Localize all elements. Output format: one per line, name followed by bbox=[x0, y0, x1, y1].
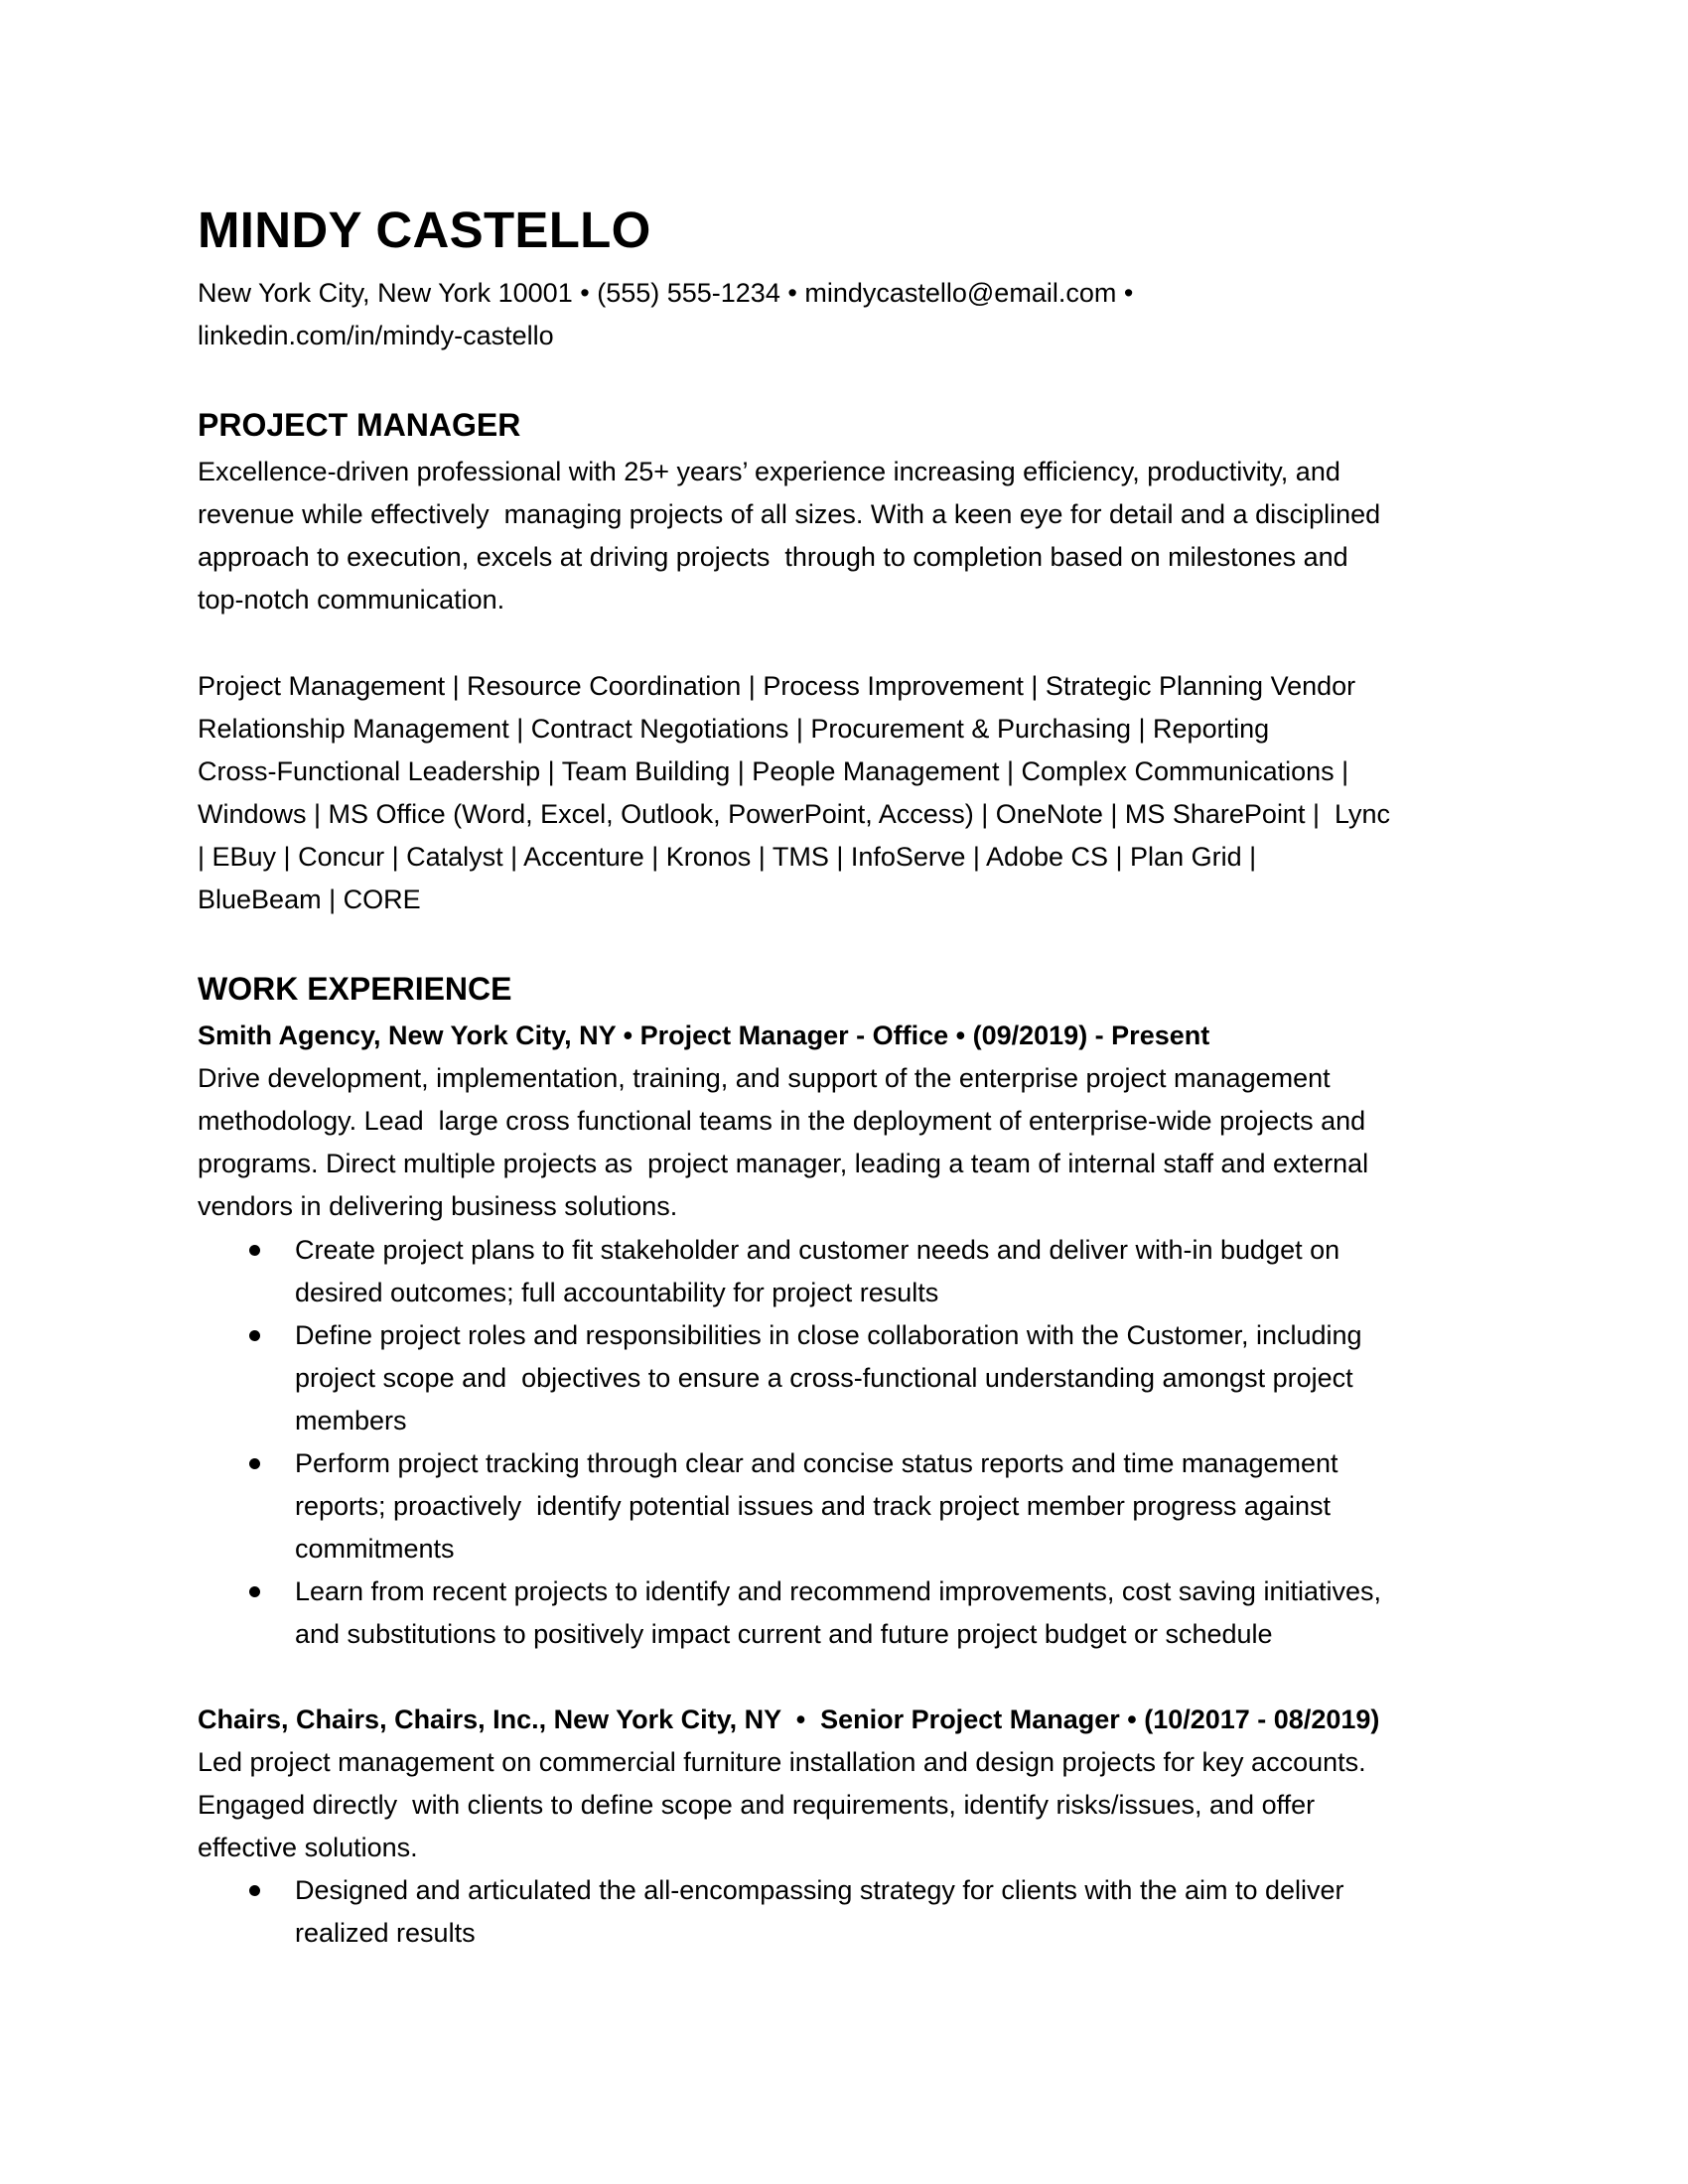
summary-line: revenue while effectively managing proje… bbox=[198, 499, 1381, 529]
skills-line: BlueBeam | CORE bbox=[198, 885, 421, 914]
contact-linkedin[interactable]: linkedin.com/in/mindy-castello bbox=[198, 315, 1488, 357]
job-description-line: Drive development, implementation, train… bbox=[198, 1063, 1331, 1093]
bullet-item: Define project roles and responsibilitie… bbox=[198, 1314, 1498, 1442]
bullet-item: Create project plans to fit stakeholder … bbox=[198, 1229, 1498, 1314]
bullet-line: Designed and articulated the all-encompa… bbox=[295, 1875, 1344, 1905]
summary-line: top-notch communication. bbox=[198, 585, 505, 614]
bullet-line: Create project plans to fit stakeholder … bbox=[295, 1235, 1340, 1265]
bullet-icon bbox=[249, 1245, 260, 1256]
bullet-line: reports; proactively identify potential … bbox=[295, 1491, 1331, 1521]
contact-separator: • bbox=[787, 278, 797, 308]
skills-line: Relationship Management | Contract Negot… bbox=[198, 714, 1270, 744]
job-description: Drive development, implementation, train… bbox=[198, 1057, 1488, 1228]
bullet-line: Perform project tracking through clear a… bbox=[295, 1448, 1338, 1478]
bullet-icon bbox=[249, 1330, 260, 1341]
bullet-line: Learn from recent projects to identify a… bbox=[295, 1576, 1381, 1606]
summary-line: Excellence-driven professional with 25+ … bbox=[198, 457, 1340, 486]
bullet-line: and substitutions to positively impact c… bbox=[295, 1619, 1273, 1649]
job-description-line: programs. Direct multiple projects as pr… bbox=[198, 1149, 1369, 1178]
contact-info: New York City, New York 10001 • (555) 55… bbox=[198, 272, 1488, 356]
skills-line: | EBuy | Concur | Catalyst | Accenture |… bbox=[198, 842, 1257, 872]
contact-phone: (555) 555-1234 bbox=[597, 278, 780, 308]
contact-separator: • bbox=[580, 278, 590, 308]
job-bullets: Create project plans to fit stakeholder … bbox=[198, 1229, 1498, 1656]
skills-line: Cross-Functional Leadership | Team Build… bbox=[198, 756, 1349, 786]
contact-line-1: New York City, New York 10001 • (555) 55… bbox=[198, 272, 1488, 315]
job-header: Smith Agency, New York City, NY • Projec… bbox=[198, 1021, 1210, 1050]
contact-location: New York City, New York 10001 bbox=[198, 278, 573, 308]
bullet-line: project scope and objectives to ensure a… bbox=[295, 1363, 1353, 1393]
bullet-line: desired outcomes; full accountability fo… bbox=[295, 1278, 939, 1307]
job-description-line: vendors in delivering business solutions… bbox=[198, 1191, 678, 1221]
skills-line: Windows | MS Office (Word, Excel, Outloo… bbox=[198, 799, 1391, 829]
bullet-line: Define project roles and responsibilitie… bbox=[295, 1320, 1362, 1350]
summary-line: approach to execution, excels at driving… bbox=[198, 542, 1348, 572]
bullet-line: members bbox=[295, 1406, 407, 1435]
candidate-name: MINDY CASTELLO bbox=[198, 202, 651, 258]
bullet-icon bbox=[249, 1458, 260, 1469]
job-header: Chairs, Chairs, Chairs, Inc., New York C… bbox=[198, 1705, 1380, 1734]
job-bullets: Designed and articulated the all-encompa… bbox=[198, 1869, 1498, 1955]
bullet-line: commitments bbox=[295, 1534, 455, 1564]
job-description-line: effective solutions. bbox=[198, 1833, 418, 1862]
skills-line: Project Management | Resource Coordinati… bbox=[198, 671, 1356, 701]
skills-list: Project Management | Resource Coordinati… bbox=[198, 665, 1488, 921]
job-description-line: Led project management on commercial fur… bbox=[198, 1747, 1366, 1777]
job-description-line: methodology. Lead large cross functional… bbox=[198, 1106, 1366, 1136]
job-description: Led project management on commercial fur… bbox=[198, 1741, 1488, 1869]
job-description-line: Engaged directly with clients to define … bbox=[198, 1790, 1316, 1820]
experience-heading: WORK EXPERIENCE bbox=[198, 971, 512, 1007]
contact-email[interactable]: mindycastello@email.com bbox=[804, 278, 1116, 308]
bullet-item: Designed and articulated the all-encompa… bbox=[198, 1869, 1498, 1955]
summary-heading: PROJECT MANAGER bbox=[198, 407, 521, 443]
contact-separator: • bbox=[1123, 278, 1134, 308]
summary-paragraph: Excellence-driven professional with 25+ … bbox=[198, 451, 1488, 621]
bullet-line: realized results bbox=[295, 1918, 476, 1948]
bullet-item: Perform project tracking through clear a… bbox=[198, 1442, 1498, 1570]
bullet-item: Learn from recent projects to identify a… bbox=[198, 1570, 1498, 1656]
bullet-icon bbox=[249, 1885, 260, 1896]
bullet-icon bbox=[249, 1586, 260, 1597]
